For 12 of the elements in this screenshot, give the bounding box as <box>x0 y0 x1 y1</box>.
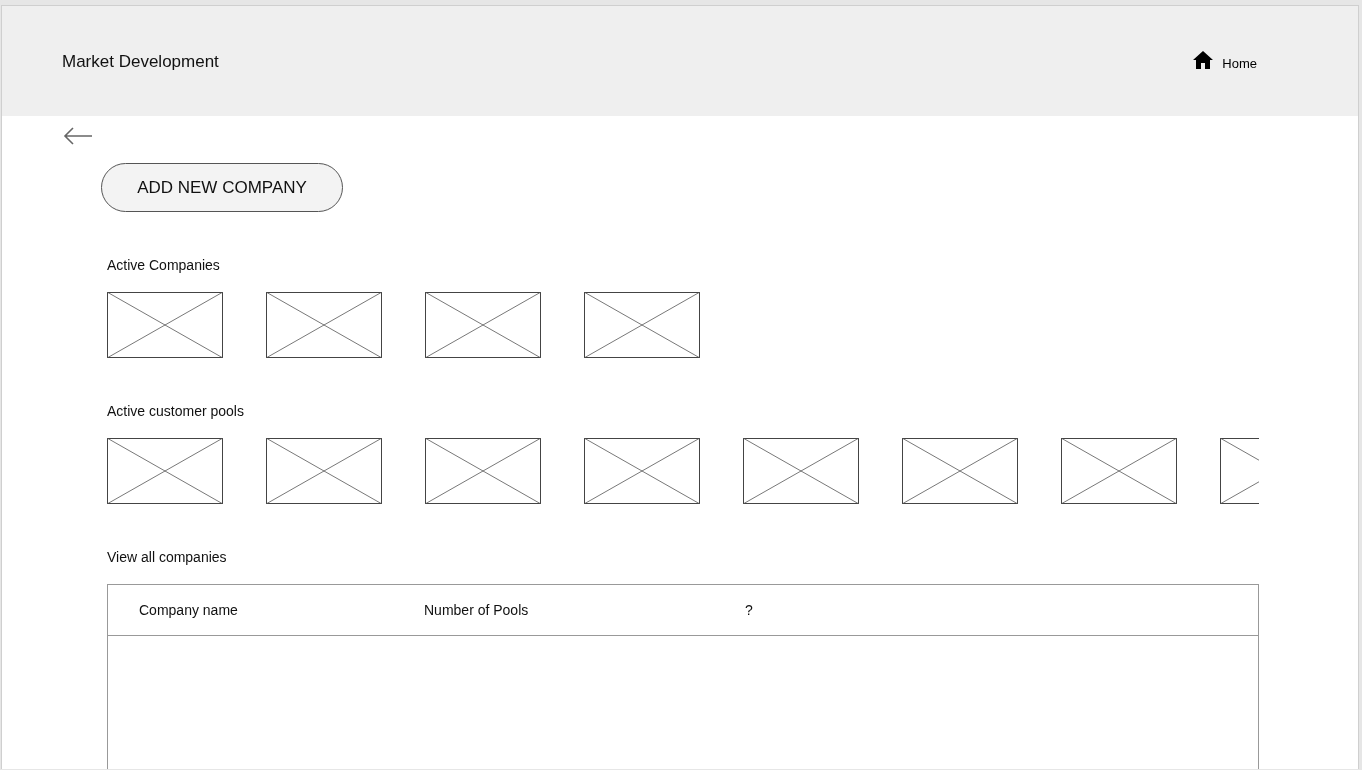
section-heading: View all companies <box>107 549 228 565</box>
column-header: Company name <box>139 602 239 618</box>
home-link[interactable]: Home <box>1193 55 1257 71</box>
column-header: Number of Pools <box>424 602 530 618</box>
section-heading: Active Companies <box>107 257 221 273</box>
add-company-button[interactable]: ADD NEW COMPANY <box>101 163 343 212</box>
app-title: Market Development <box>62 52 219 72</box>
section-heading: Active customer pools <box>107 403 245 419</box>
back-arrow-icon[interactable] <box>63 127 93 145</box>
home-icon <box>1193 51 1214 69</box>
column-header: ? <box>745 602 753 618</box>
image-placeholder <box>1220 438 1259 504</box>
